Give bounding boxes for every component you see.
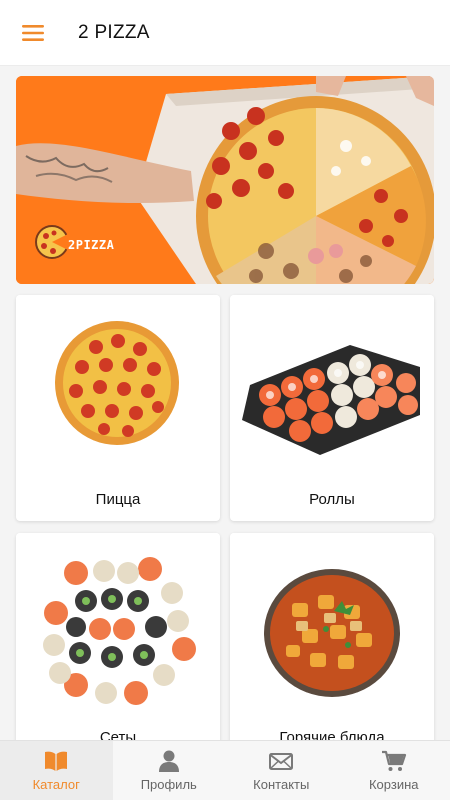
cart-icon	[381, 750, 406, 771]
person-icon	[158, 750, 179, 772]
nav-label: Контакты	[253, 777, 310, 792]
book-icon	[45, 751, 68, 771]
category-card-pizza[interactable]: Пицца	[16, 295, 220, 521]
pizza-logo-icon	[35, 225, 70, 259]
nav-item-cart[interactable]: Корзина	[338, 741, 450, 800]
nav-item-catalog[interactable]: Каталог	[0, 741, 113, 800]
category-label: Горячие блюда	[279, 729, 385, 740]
nav-item-contacts[interactable]: Контакты	[225, 741, 338, 800]
hot-dish-image	[230, 533, 434, 723]
category-card-rolls[interactable]: Роллы	[230, 295, 434, 521]
catalog-scroll-area[interactable]: 2PIZZA Пицца Роллы Сеты Горячие блюда	[0, 66, 450, 740]
nav-label: Профиль	[140, 777, 197, 792]
app-title: 2 PIZZA	[78, 21, 150, 43]
bottom-navigation: Каталог Профиль Контакты Корзина	[0, 740, 450, 800]
sets-image	[16, 533, 220, 723]
category-card-sets[interactable]: Сеты	[16, 533, 220, 740]
category-label: Сеты	[99, 729, 137, 740]
category-label: Роллы	[309, 491, 355, 508]
banner-logo-text: 2PIZZA	[68, 238, 115, 252]
promo-banner[interactable]: 2PIZZA	[16, 76, 434, 284]
category-card-hot-dishes[interactable]: Горячие блюда	[230, 533, 434, 740]
rolls-image	[230, 295, 434, 485]
pizza-image	[16, 295, 220, 485]
envelope-icon	[269, 753, 294, 770]
app-screen: 2 PIZZA 2PIZZA Пицца Роллы Сеты Горячие …	[0, 0, 450, 800]
nav-label: Корзина	[368, 777, 419, 792]
nav-item-profile[interactable]: Профиль	[113, 741, 226, 800]
banner-logo: 2PIZZA	[34, 224, 114, 260]
app-header: 2 PIZZA	[0, 0, 450, 66]
category-label: Пицца	[95, 491, 141, 508]
nav-label: Каталог	[32, 777, 80, 792]
menu-button[interactable]	[0, 0, 66, 66]
hamburger-menu-icon	[22, 24, 44, 41]
